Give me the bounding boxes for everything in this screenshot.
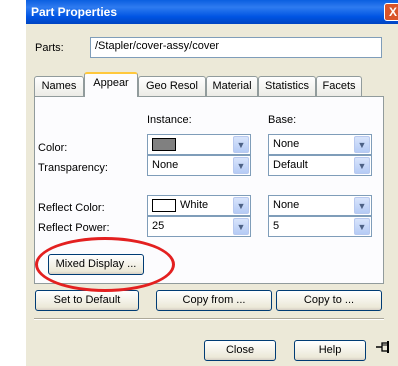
copy-to-button[interactable]: Copy to ...: [276, 290, 382, 311]
tab-facets[interactable]: Facets: [316, 76, 362, 96]
chevron-down-icon[interactable]: ▼: [233, 136, 249, 153]
base-transparency-value: Default: [273, 159, 308, 171]
tab-facets-label: Facets: [322, 80, 356, 92]
base-color-select[interactable]: None ▼: [268, 134, 372, 155]
chevron-down-icon[interactable]: ▼: [354, 157, 370, 174]
close-button[interactable]: Close: [204, 340, 276, 361]
instance-column-header: Instance:: [147, 114, 192, 126]
part-properties-dialog: Part Properties X Parts: /Stapler/cover-…: [26, 0, 398, 366]
chevron-down-icon[interactable]: ▼: [233, 218, 249, 235]
chevron-down-icon[interactable]: ▼: [233, 197, 249, 214]
instance-reflect-power-select[interactable]: 25 ▼: [147, 216, 251, 237]
tab-appear[interactable]: Appear: [84, 72, 138, 97]
window-title: Part Properties: [31, 5, 118, 19]
copy-from-button[interactable]: Copy from ...: [156, 290, 272, 311]
instance-reflect-color-value: White: [180, 199, 209, 211]
tab-geo-resol[interactable]: Geo Resol: [138, 76, 206, 96]
instance-transparency-select[interactable]: None ▼: [147, 155, 251, 176]
chevron-down-icon[interactable]: ▼: [354, 197, 370, 214]
base-reflect-color-select[interactable]: None ▼: [268, 195, 372, 216]
separator: [34, 318, 384, 320]
tab-material[interactable]: Material: [206, 76, 258, 96]
pin-icon[interactable]: [374, 340, 394, 358]
transparency-label: Transparency:: [38, 162, 108, 174]
instance-transparency-value: None: [152, 159, 179, 171]
title-bar[interactable]: Part Properties X: [26, 0, 398, 24]
instance-reflect-color-select[interactable]: White ▼: [147, 195, 251, 216]
reflect-power-label: Reflect Power:: [38, 222, 110, 234]
tab-statistics[interactable]: Statistics: [258, 76, 316, 96]
base-reflect-color-value: None: [273, 199, 300, 211]
base-column-header: Base:: [268, 114, 297, 126]
color-label: Color:: [38, 142, 68, 154]
base-reflect-power-select[interactable]: 5 ▼: [268, 216, 372, 237]
base-color-value: None: [273, 138, 300, 150]
parts-path-value: /Stapler/cover-assy/cover: [95, 40, 220, 52]
tab-statistics-label: Statistics: [264, 80, 309, 92]
parts-path-field[interactable]: /Stapler/cover-assy/cover: [90, 37, 382, 58]
tab-material-label: Material: [212, 80, 252, 92]
close-icon[interactable]: X: [384, 3, 398, 21]
base-reflect-power-value: 5: [273, 220, 280, 232]
reflect-color-label: Reflect Color:: [38, 202, 105, 214]
parts-label: Parts:: [35, 42, 64, 54]
help-button[interactable]: Help: [294, 340, 366, 361]
pin-icon-glyph: [376, 341, 389, 353]
chevron-down-icon[interactable]: ▼: [354, 136, 370, 153]
chevron-down-icon[interactable]: ▼: [354, 218, 370, 235]
instance-reflect-power-value: 25: [152, 220, 165, 232]
base-transparency-select[interactable]: Default ▼: [268, 155, 372, 176]
reflect-color-swatch: [152, 199, 176, 212]
mixed-display-button[interactable]: Mixed Display ...: [48, 254, 144, 275]
tab-names[interactable]: Names: [34, 76, 84, 96]
set-to-default-button[interactable]: Set to Default: [35, 290, 139, 311]
tab-appear-label: Appear: [93, 77, 129, 89]
tab-geo-resol-label: Geo Resol: [146, 80, 198, 92]
chevron-down-icon[interactable]: ▼: [233, 157, 249, 174]
color-swatch: [152, 138, 176, 151]
instance-color-select[interactable]: ▼: [147, 134, 251, 155]
tab-names-label: Names: [41, 80, 77, 92]
